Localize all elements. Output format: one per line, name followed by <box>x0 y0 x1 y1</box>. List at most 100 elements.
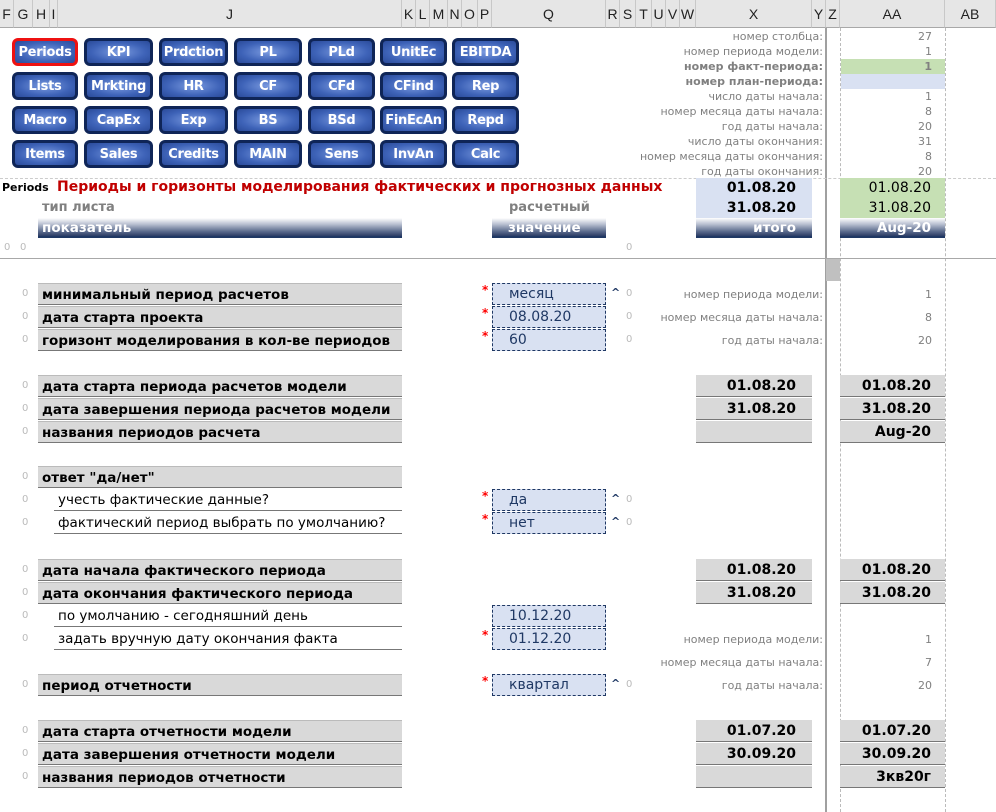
nav-button-macro[interactable]: Macro <box>12 106 78 134</box>
required-marker: * <box>482 283 489 297</box>
value-input[interactable]: 01.12.20 <box>492 628 606 650</box>
nav-button-bs[interactable]: BS <box>234 106 302 134</box>
column-header-Y[interactable]: Y <box>812 0 826 28</box>
row-label: названия периодов расчета <box>38 421 402 443</box>
column-header-O[interactable]: O <box>462 0 478 28</box>
column-header-H[interactable]: H <box>33 0 50 28</box>
nav-button-label: PL <box>237 41 299 63</box>
column-header-L[interactable]: L <box>416 0 430 28</box>
value-input[interactable]: месяц <box>492 283 606 305</box>
period-cell: 30.09.20 <box>840 743 945 765</box>
column-header-J[interactable]: J <box>58 0 402 28</box>
period-cell: 01.08.20 <box>840 559 945 581</box>
info-label: год даты начала: <box>721 120 823 133</box>
column-header-K[interactable]: K <box>402 0 416 28</box>
row-label: дата завершения отчетности модели <box>38 743 402 765</box>
nav-button-mrkting[interactable]: Mrkting <box>84 72 153 100</box>
nav-button-calc[interactable]: Calc <box>452 140 519 168</box>
total-cell <box>696 766 812 788</box>
column-header-V[interactable]: V <box>666 0 680 28</box>
column-header-U[interactable]: U <box>652 0 666 28</box>
column-header-R[interactable]: R <box>606 0 620 28</box>
column-header-F[interactable]: F <box>0 0 14 28</box>
column-divider <box>840 28 841 812</box>
info-value: 20 <box>918 120 932 133</box>
value-input[interactable]: да <box>492 489 606 511</box>
zero-value: 0 <box>22 564 29 575</box>
nav-button-bsd[interactable]: BSd <box>308 106 375 134</box>
nav-button-cfd[interactable]: CFd <box>308 72 375 100</box>
nav-button-rep[interactable]: Rep <box>452 72 519 100</box>
total-cell: 30.09.20 <box>696 743 812 765</box>
row-label: дата окончания фактического периода <box>38 582 402 604</box>
column-header-AB[interactable]: AB <box>945 0 996 28</box>
nav-button-periods[interactable]: Periods <box>12 38 78 66</box>
info-value: 31 <box>918 135 932 148</box>
nav-button-pld[interactable]: PLd <box>308 38 375 66</box>
zero-value: 0 <box>22 633 29 644</box>
nav-button-unitec[interactable]: UnitEc <box>380 38 447 66</box>
column-header-X[interactable]: X <box>696 0 812 28</box>
total-cell: 31.08.20 <box>696 398 812 420</box>
value-input[interactable]: квартал <box>492 674 606 696</box>
nav-button-label: Mrkting <box>87 75 150 97</box>
header-total: итого <box>696 218 812 238</box>
info-label: номер месяца даты начала: <box>660 311 823 324</box>
nav-button-pl[interactable]: PL <box>234 38 302 66</box>
nav-button-prdction[interactable]: Prdction <box>159 38 228 66</box>
info-label: число даты начала: <box>708 90 823 103</box>
nav-button-cfind[interactable]: CFind <box>380 72 447 100</box>
column-header-G[interactable]: G <box>14 0 33 28</box>
nav-button-finecan[interactable]: FinEcAn <box>380 106 447 134</box>
nav-button-repd[interactable]: Repd <box>452 106 519 134</box>
info-value: 27 <box>918 30 932 43</box>
column-header-AA[interactable]: AA <box>840 0 945 28</box>
column-header-P[interactable]: P <box>478 0 492 28</box>
nav-button-capex[interactable]: CapEx <box>84 106 153 134</box>
value-input[interactable]: 60 <box>492 329 606 351</box>
scrollbar-thumb[interactable] <box>826 259 840 281</box>
nav-button-label: Prdction <box>162 41 225 63</box>
zero-value: 0 <box>22 517 29 528</box>
nav-button-items[interactable]: Items <box>12 140 78 168</box>
zero-value: 0 <box>626 288 633 299</box>
column-header-S[interactable]: S <box>620 0 636 28</box>
info-value: 1 <box>925 633 932 646</box>
info-value: 1 <box>924 60 932 73</box>
nav-button-hr[interactable]: HR <box>159 72 228 100</box>
column-header-N[interactable]: N <box>448 0 462 28</box>
column-header-M[interactable]: M <box>430 0 448 28</box>
nav-button-label: Macro <box>15 109 75 131</box>
nav-button-cf[interactable]: CF <box>234 72 302 100</box>
column-header-W[interactable]: W <box>680 0 696 28</box>
zero-value: 0 <box>22 380 29 391</box>
nav-button-exp[interactable]: Exp <box>159 106 228 134</box>
nav-button-label: BSd <box>311 109 372 131</box>
value-input[interactable]: 08.08.20 <box>492 306 606 328</box>
info-label: номер столбца: <box>732 30 823 43</box>
row-label: дата старта периода расчетов модели <box>38 375 402 397</box>
nav-button-lists[interactable]: Lists <box>12 72 78 100</box>
required-marker: * <box>482 329 489 343</box>
nav-button-invan[interactable]: InvAn <box>380 140 447 168</box>
nav-button-credits[interactable]: Credits <box>159 140 228 168</box>
nav-button-kpi[interactable]: KPI <box>84 38 153 66</box>
column-header-Q[interactable]: Q <box>492 0 606 28</box>
column-header-T[interactable]: T <box>636 0 652 28</box>
nav-button-label: Repd <box>455 109 516 131</box>
column-header-I[interactable]: I <box>50 0 58 28</box>
total-cell: 01.08.20 <box>696 559 812 581</box>
row-label: задать вручную дату окончания факта <box>54 628 402 650</box>
header-period: Aug-20 <box>840 218 945 238</box>
nav-button-main[interactable]: MAIN <box>234 140 302 168</box>
period-end-date: 31.08.20 <box>840 198 945 218</box>
nav-button-label: InvAn <box>383 143 444 165</box>
column-header-Z[interactable]: Z <box>826 0 840 28</box>
nav-button-ebitda[interactable]: EBITDA <box>452 38 519 66</box>
info-value: 1 <box>925 45 932 58</box>
nav-button-sales[interactable]: Sales <box>84 140 153 168</box>
value-input[interactable]: 10.12.20 <box>492 605 606 627</box>
nav-button-sens[interactable]: Sens <box>308 140 375 168</box>
zero-value: 0 <box>626 494 633 505</box>
value-input[interactable]: нет <box>492 512 606 534</box>
